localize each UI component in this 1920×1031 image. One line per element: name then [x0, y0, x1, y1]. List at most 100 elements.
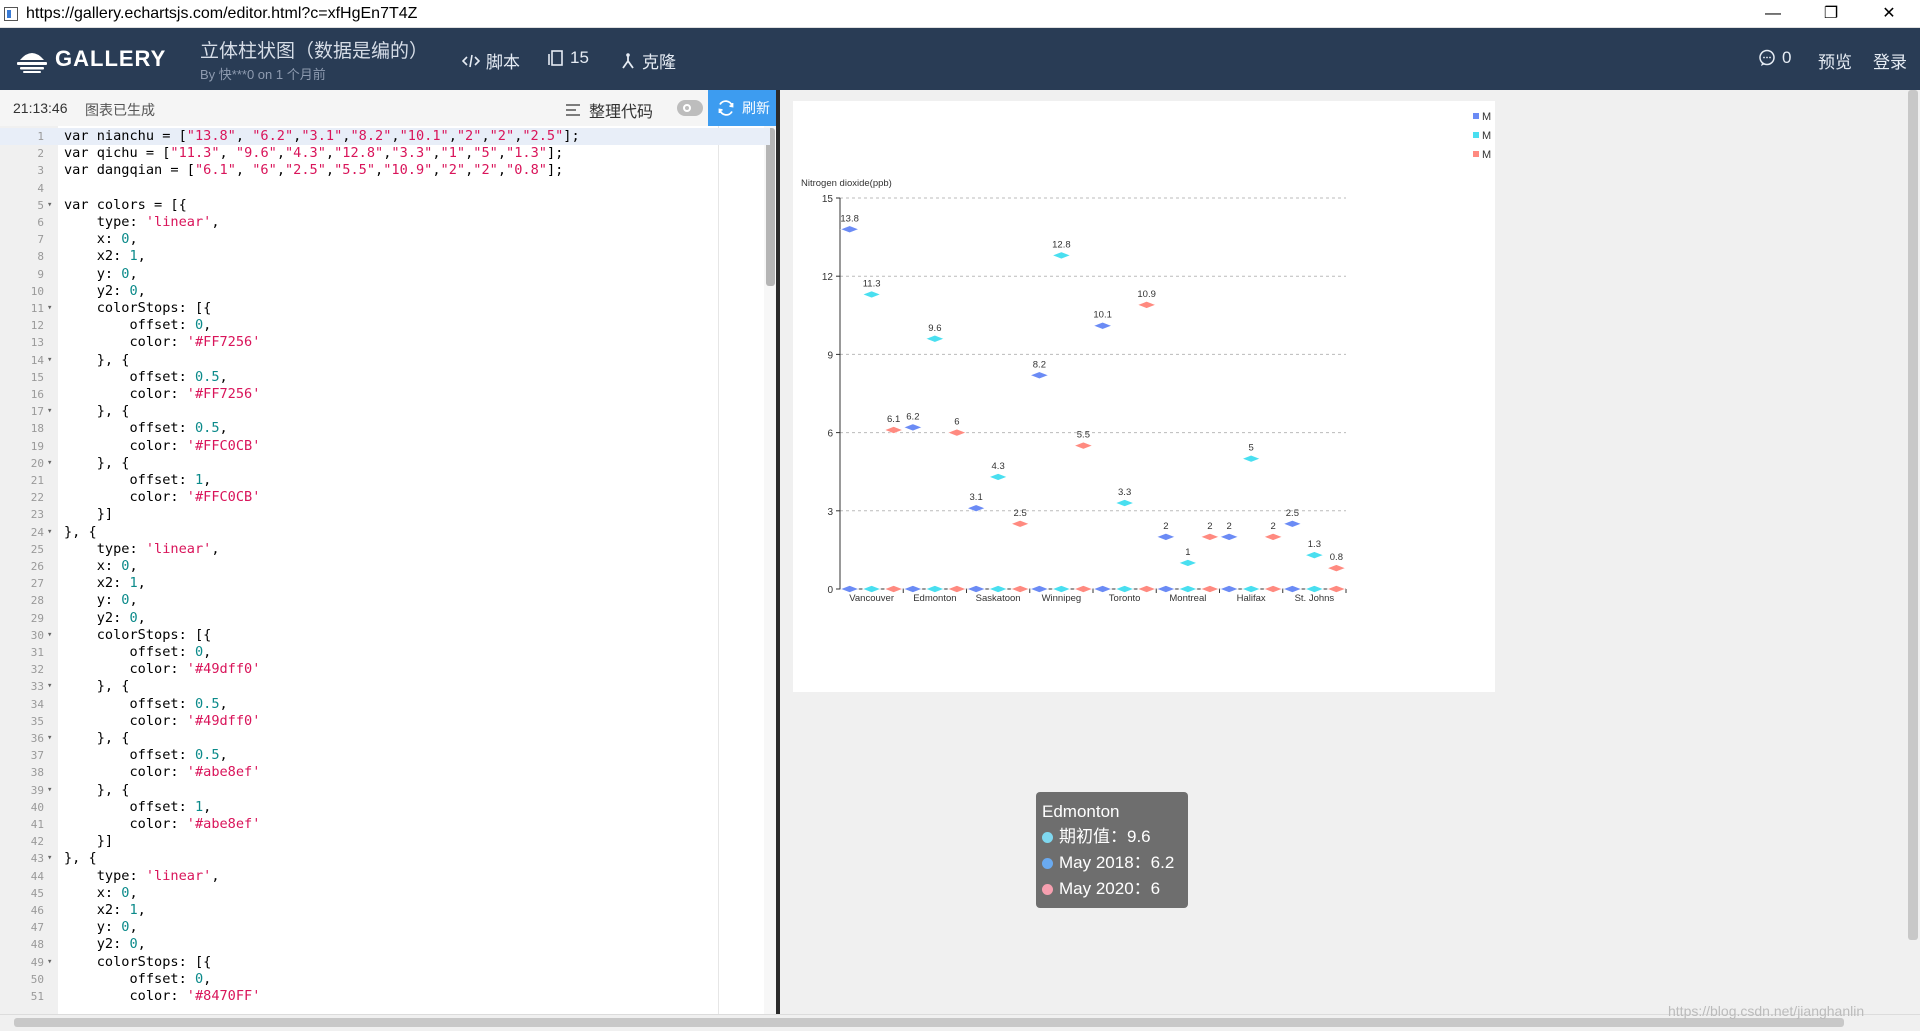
- auto-run-toggle[interactable]: [677, 100, 703, 116]
- code-line[interactable]: 7 x: 0,: [0, 231, 770, 248]
- code-line[interactable]: 48 y2: 0,: [0, 936, 770, 953]
- code-line[interactable]: 40 offset: 1,: [0, 799, 770, 816]
- code-line[interactable]: 15 offset: 0.5,: [0, 369, 770, 386]
- line-number: 29: [30, 611, 44, 625]
- fold-arrow-icon[interactable]: ▾: [47, 197, 52, 214]
- code-text: y: 0,: [64, 592, 138, 609]
- clone-button[interactable]: 克隆: [620, 48, 676, 73]
- code-line[interactable]: 21 offset: 1,: [0, 472, 770, 489]
- generated-time: 21:13:46: [13, 100, 68, 116]
- x-tick-label: Saskatoon: [976, 593, 1021, 604]
- code-line[interactable]: 9 y: 0,: [0, 266, 770, 283]
- fold-arrow-icon[interactable]: ▾: [47, 352, 52, 369]
- code-line[interactable]: 4: [0, 180, 770, 197]
- code-line[interactable]: 14 ▾ }, {: [0, 352, 770, 369]
- comments-button[interactable]: 0: [1758, 48, 1791, 68]
- code-line[interactable]: 51 color: '#8470FF': [0, 988, 770, 1005]
- address-url[interactable]: https://gallery.echartsjs.com/editor.htm…: [26, 5, 417, 23]
- data-point-marker: [1219, 533, 1239, 541]
- page-scrollbar-thumb[interactable]: [1908, 90, 1918, 940]
- fold-arrow-icon[interactable]: ▾: [47, 627, 52, 644]
- code-line[interactable]: 35 color: '#49dff0': [0, 713, 770, 730]
- code-line[interactable]: 23 }]: [0, 506, 770, 523]
- fold-arrow-icon[interactable]: ▾: [47, 455, 52, 472]
- minimize-button[interactable]: —: [1750, 2, 1796, 26]
- code-line[interactable]: 2 var qichu = ["11.3", "9.6","4.3","12.8"…: [0, 145, 770, 162]
- code-line[interactable]: 43 ▾}, {: [0, 850, 770, 867]
- code-line[interactable]: 45 x: 0,: [0, 885, 770, 902]
- script-button[interactable]: 脚本: [462, 48, 520, 73]
- code-line[interactable]: 49 ▾ colorStops: [{: [0, 954, 770, 971]
- code-line[interactable]: 19 color: '#FFC0CB': [0, 438, 770, 455]
- code-line[interactable]: 30 ▾ colorStops: [{: [0, 627, 770, 644]
- code-line[interactable]: 16 color: '#FF7256': [0, 386, 770, 403]
- fold-arrow-icon[interactable]: ▾: [47, 524, 52, 541]
- code-line[interactable]: 18 offset: 0.5,: [0, 420, 770, 437]
- code-line[interactable]: 28 y: 0,: [0, 592, 770, 609]
- code-line[interactable]: 1 var nianchu = ["13.8", "6.2","3.1","8.2…: [0, 128, 770, 146]
- code-text: x2: 1,: [64, 575, 146, 592]
- code-text: offset: 0,: [64, 970, 212, 987]
- baseline-marker: [1136, 585, 1157, 593]
- code-line[interactable]: 26 x: 0,: [0, 558, 770, 575]
- code-line[interactable]: 44 type: 'linear',: [0, 868, 770, 885]
- code-line[interactable]: 5 ▾ var colors = [{: [0, 197, 770, 214]
- fold-arrow-icon[interactable]: ▾: [47, 403, 52, 420]
- baseline-marker: [1092, 585, 1113, 593]
- chart-container[interactable]: 0 3 6 9 12 15 Nitrogen dioxide(ppb) Vancouver Ed…: [793, 101, 1495, 692]
- code-line[interactable]: 22 color: '#FFC0CB': [0, 489, 770, 506]
- fold-arrow-icon[interactable]: ▾: [47, 730, 52, 747]
- line-number: 6: [37, 216, 44, 229]
- code-line[interactable]: 10 y2: 0,: [0, 283, 770, 300]
- refresh-icon: [718, 100, 734, 116]
- code-line[interactable]: 34 offset: 0.5,: [0, 696, 770, 713]
- code-line[interactable]: 6 type: 'linear',: [0, 214, 770, 231]
- fold-arrow-icon[interactable]: ▾: [47, 300, 52, 317]
- code-text: offset: 0.5,: [64, 420, 228, 437]
- fold-arrow-icon[interactable]: ▾: [47, 782, 52, 799]
- code-line[interactable]: 17 ▾ }, {: [0, 403, 770, 420]
- code-editor[interactable]: 1 var nianchu = ["13.8", "6.2","3.1","8.2…: [0, 126, 778, 1014]
- code-line[interactable]: 36 ▾ }, {: [0, 730, 770, 747]
- code-line[interactable]: 3 var dangqian = ["6.1", "6","2.5","5.5",…: [0, 162, 770, 179]
- code-line[interactable]: 29 y2: 0,: [0, 610, 770, 627]
- code-line[interactable]: 27 x2: 1,: [0, 575, 770, 592]
- code-line[interactable]: 8 x2: 1,: [0, 248, 770, 265]
- forks-button[interactable]: 15: [546, 48, 589, 68]
- fold-arrow-icon[interactable]: ▾: [47, 850, 52, 867]
- restore-button[interactable]: ❐: [1808, 2, 1854, 26]
- code-line[interactable]: 37 offset: 0.5,: [0, 747, 770, 764]
- code-text: x: 0,: [64, 558, 138, 574]
- code-line[interactable]: 47 y: 0,: [0, 919, 770, 936]
- code-line[interactable]: 24 ▾}, {: [0, 524, 770, 541]
- code-line[interactable]: 50 offset: 0,: [0, 971, 770, 988]
- code-line[interactable]: 41 color: '#abe8ef': [0, 816, 770, 833]
- gallery-logo[interactable]: GALLERY: [14, 40, 165, 76]
- fold-arrow-icon[interactable]: ▾: [47, 954, 52, 971]
- fold-arrow-icon[interactable]: ▾: [47, 678, 52, 695]
- preview-button[interactable]: 预览: [1818, 48, 1852, 73]
- format-code-button[interactable]: 整理代码: [565, 98, 653, 122]
- code-line[interactable]: 32 color: '#49dff0': [0, 661, 770, 678]
- code-text: type: 'linear',: [64, 214, 220, 230]
- code-line[interactable]: 25 type: 'linear',: [0, 541, 770, 558]
- data-point-marker: [1136, 301, 1157, 309]
- code-line[interactable]: 46 x2: 1,: [0, 902, 770, 919]
- y-tick-label: 15: [822, 194, 834, 205]
- code-line[interactable]: 12 offset: 0,: [0, 317, 770, 334]
- code-line[interactable]: 11 ▾ colorStops: [{: [0, 300, 770, 317]
- login-link[interactable]: 登录: [1873, 48, 1907, 73]
- code-line[interactable]: 13 color: '#FF7256': [0, 334, 770, 351]
- code-line[interactable]: 31 offset: 0,: [0, 644, 770, 661]
- close-button[interactable]: ✕: [1866, 2, 1912, 26]
- code-line[interactable]: 38 color: '#abe8ef': [0, 764, 770, 781]
- data-point-marker: [1156, 533, 1176, 541]
- code-line[interactable]: 39 ▾ }, {: [0, 782, 770, 799]
- code-line[interactable]: 20 ▾ }, {: [0, 455, 770, 472]
- format-lines-icon: [566, 104, 580, 116]
- horizontal-scrollbar-thumb[interactable]: [14, 1018, 1844, 1027]
- code-line[interactable]: 42 }]: [0, 833, 770, 850]
- code-line[interactable]: 33 ▾ }, {: [0, 678, 770, 695]
- x-tick-label: Winnipeg: [1042, 593, 1082, 604]
- refresh-button[interactable]: 刷新: [708, 90, 778, 126]
